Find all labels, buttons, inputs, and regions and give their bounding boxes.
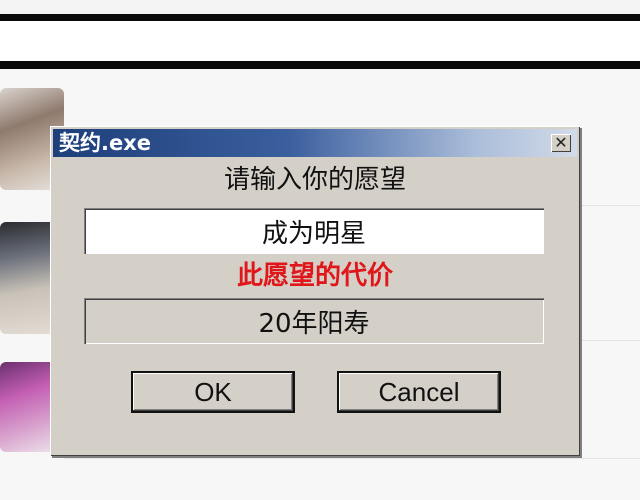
panel-border-bottom (0, 61, 640, 69)
list-divider (64, 458, 640, 459)
panel-band (0, 21, 640, 61)
contract-dialog: 契约.exe ✕ 请输入你的愿望 成为明星 此愿望的代价 20年阳寿 OK Ca… (50, 126, 580, 456)
cancel-button-label: Cancel (378, 376, 460, 407)
wish-input-value: 成为明星 (261, 218, 366, 249)
ok-button-label: OK (194, 376, 232, 407)
cost-label: 此愿望的代价 (236, 261, 393, 291)
cost-field: 20年阳寿 (84, 298, 544, 344)
close-icon: ✕ (554, 133, 568, 152)
dialog-title: 契约.exe (59, 131, 152, 155)
panel-border-top (0, 14, 640, 21)
close-button[interactable]: ✕ (551, 134, 571, 152)
cancel-button[interactable]: Cancel (337, 371, 501, 413)
ok-button[interactable]: OK (131, 371, 295, 413)
cost-value: 20年阳寿 (258, 308, 370, 339)
wish-input[interactable]: 成为明星 (84, 208, 544, 254)
dialog-titlebar[interactable]: 契约.exe ✕ (53, 129, 577, 157)
wish-prompt-label: 请输入你的愿望 (223, 165, 406, 195)
